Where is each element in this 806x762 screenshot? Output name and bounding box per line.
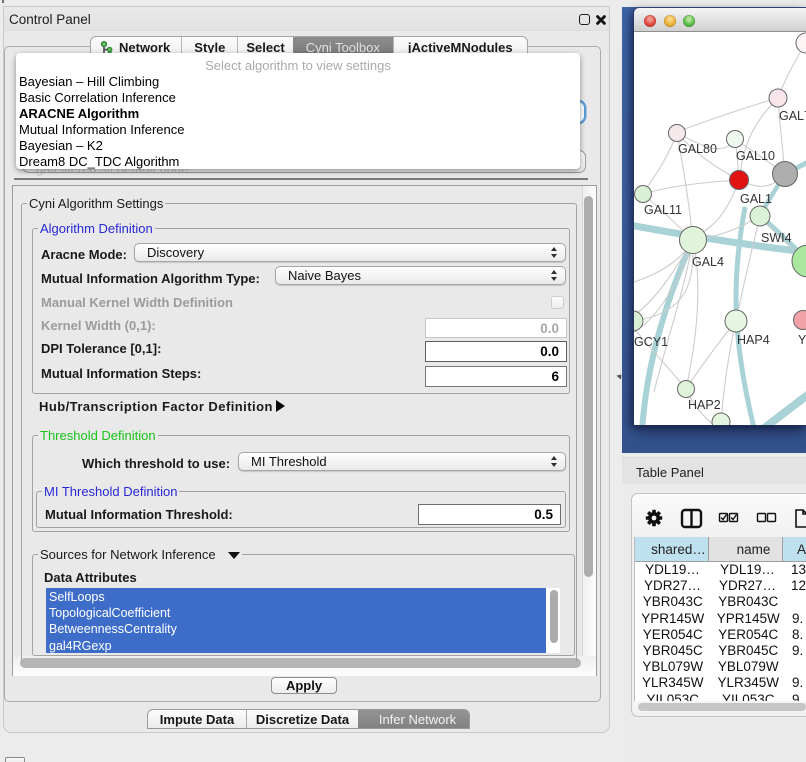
svg-text:YL: YL (798, 333, 806, 347)
svg-text:GAL11: GAL11 (644, 203, 682, 217)
svg-text:GAL10: GAL10 (736, 149, 775, 163)
svg-text:SWI4: SWI4 (761, 231, 792, 245)
svg-text:GAL1: GAL1 (740, 192, 772, 206)
svg-text:GAL4: GAL4 (692, 255, 724, 269)
svg-text:HAP2: HAP2 (688, 398, 721, 412)
svg-text:GAL80: GAL80 (678, 142, 717, 156)
svg-text:HAP4: HAP4 (737, 333, 770, 347)
svg-text:GAL7: GAL7 (779, 109, 806, 123)
svg-text:GCY1: GCY1 (634, 335, 668, 349)
